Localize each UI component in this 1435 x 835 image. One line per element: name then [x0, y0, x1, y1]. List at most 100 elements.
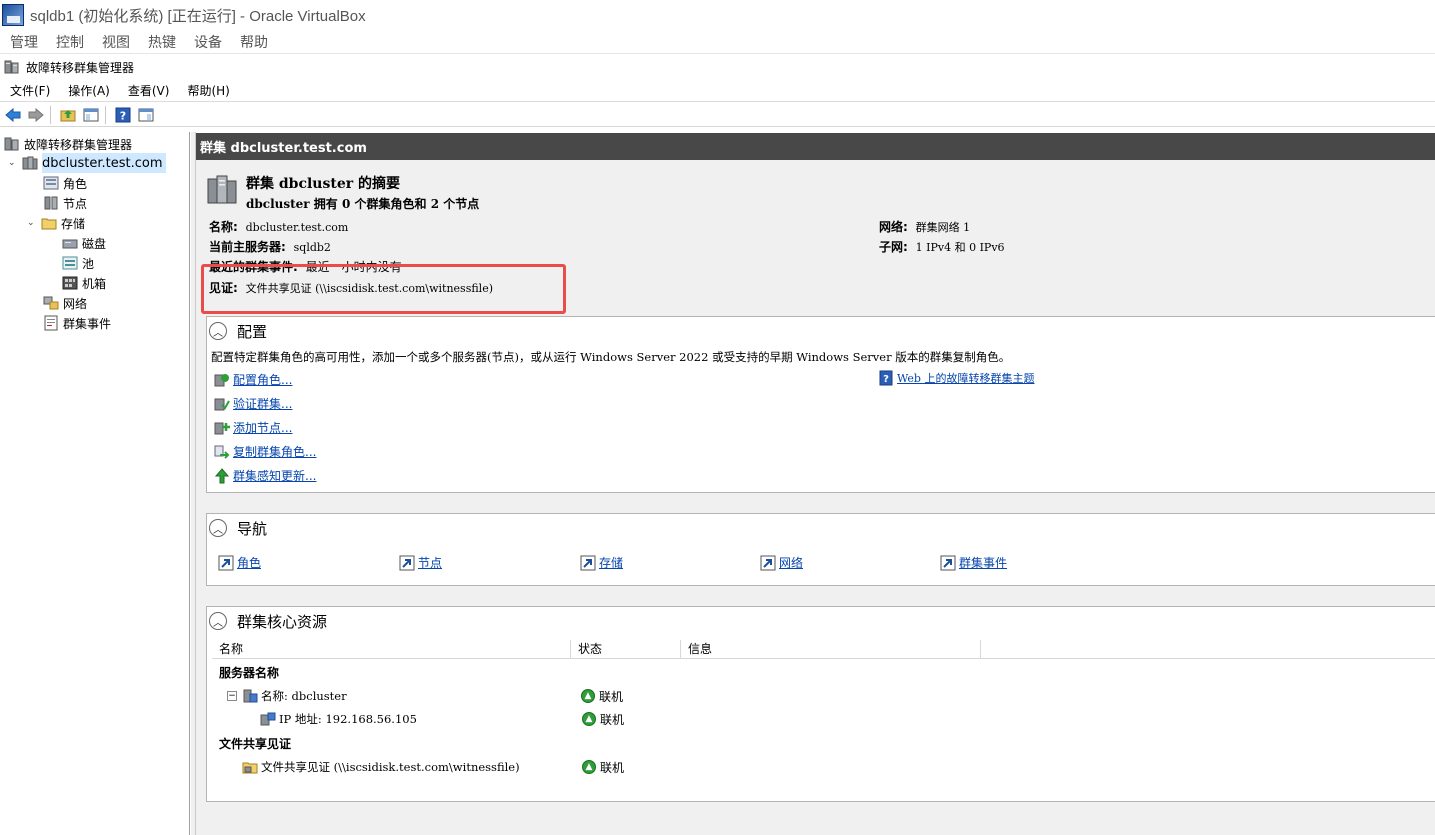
- forward-arrow-icon: [28, 107, 44, 122]
- show-hide-action-pane-button[interactable]: [136, 105, 156, 125]
- summary-heading: 群集 dbcluster 的摘要: [246, 176, 400, 192]
- column-header-name[interactable]: 名称: [212, 640, 571, 658]
- link-text: Web 上的故障转移群集主题: [897, 372, 1035, 385]
- collapse-arrow-icon[interactable]: ⌄: [8, 158, 18, 168]
- help-button[interactable]: ?: [113, 105, 133, 125]
- configure-panel: ︿ 配置 配置特定群集角色的高可用性，添加一个或多个服务器(节点)，或从运行 W…: [206, 316, 1435, 493]
- tree-item-storage[interactable]: ⌄ 存储: [27, 213, 85, 233]
- back-button[interactable]: [3, 105, 23, 125]
- tree-item-nodes[interactable]: 节点: [43, 193, 87, 213]
- pool-icon: [62, 256, 78, 270]
- collapse-minus-icon[interactable]: −: [227, 691, 237, 701]
- link-text: 配置角色...: [233, 373, 293, 387]
- virtualbox-title-bar: sqldb1 (初始化系统) [正在运行] - Oracle VirtualBo…: [0, 0, 1435, 30]
- show-hide-console-tree-button[interactable]: [81, 105, 101, 125]
- resource-row-witness[interactable]: 文件共享见证 (\\iscsidisk.test.com\witnessfile…: [242, 756, 1427, 778]
- tree-item-pools[interactable]: 池: [62, 253, 94, 273]
- shortcut-arrow-icon: [940, 555, 956, 570]
- network-value: 群集网络 1: [915, 221, 971, 234]
- menu-help[interactable]: 帮助(H): [177, 82, 237, 99]
- tree-item-disks[interactable]: 磁盘: [62, 233, 106, 253]
- menu-control[interactable]: 控制: [46, 32, 92, 52]
- online-arrow-icon: ▲: [581, 689, 595, 703]
- collapse-up-icon[interactable]: ︿: [209, 612, 227, 630]
- tree-item-roles[interactable]: 角色: [43, 173, 87, 193]
- link-text: 网络: [779, 556, 804, 570]
- folder-up-icon: [60, 109, 76, 121]
- tree-label: 角色: [63, 176, 88, 191]
- collapse-arrow-icon[interactable]: ⌄: [27, 218, 37, 228]
- core-resources-panel: ︿ 群集核心资源 名称 状态 信息 服务器名称 − 名称: dbcluster …: [206, 606, 1435, 802]
- menu-hotkeys[interactable]: 热键: [138, 32, 184, 52]
- resources-grid-header: 名称 状态 信息: [212, 640, 1435, 659]
- pane-header-title: 群集 dbcluster.test.com: [200, 141, 367, 156]
- disk-icon: [62, 239, 78, 249]
- menu-manage[interactable]: 管理: [0, 32, 46, 52]
- storage-folder-icon: [41, 218, 57, 230]
- menu-help[interactable]: 帮助: [230, 32, 276, 52]
- nav-networks-link[interactable]: 网络: [760, 554, 803, 571]
- menu-devices[interactable]: 设备: [184, 32, 230, 52]
- tree-label: 池: [82, 256, 95, 271]
- navigate-panel: ︿ 导航 角色 节点 存储 网络 群集事件: [206, 513, 1435, 586]
- network-icon: [43, 296, 59, 310]
- configure-panel-header[interactable]: ︿ 配置: [209, 319, 267, 343]
- menu-action[interactable]: 操作(A): [58, 82, 118, 99]
- menu-view[interactable]: 查看(V): [118, 82, 178, 99]
- file-share-witness-icon: [242, 762, 258, 774]
- virtualbox-vm-icon: [2, 4, 24, 26]
- web-topics-link[interactable]: ? Web 上的故障转移群集主题: [878, 370, 1034, 386]
- configure-role-link[interactable]: 配置角色...: [214, 371, 292, 388]
- tree-item-enclosures[interactable]: 机箱: [62, 273, 106, 293]
- mmc-title: 故障转移群集管理器: [26, 60, 135, 75]
- tree-label: 故障转移群集管理器: [24, 137, 133, 152]
- core-resources-panel-header[interactable]: ︿ 群集核心资源: [209, 609, 327, 633]
- menu-file[interactable]: 文件(F): [0, 82, 58, 99]
- group-header-server-name: 服务器名称: [219, 665, 280, 680]
- nav-events-link[interactable]: 群集事件: [940, 554, 1007, 571]
- cluster-aware-updating-link[interactable]: 群集感知更新...: [214, 467, 316, 484]
- cluster-icon: [22, 156, 38, 170]
- resource-name: IP 地址: 192.168.56.105: [279, 712, 417, 726]
- mmc-toolbar: ?: [0, 103, 1435, 127]
- panel-title: 导航: [237, 519, 268, 538]
- resource-row-server-name[interactable]: − 名称: dbcluster ▲ 联机: [227, 685, 1427, 707]
- cluster-manager-icon: [4, 137, 19, 151]
- enclosure-icon: [62, 276, 78, 290]
- collapse-up-icon[interactable]: ︿: [209, 322, 227, 340]
- nav-nodes-link[interactable]: 节点: [399, 554, 442, 571]
- tree-item-root[interactable]: 故障转移群集管理器: [4, 134, 132, 154]
- column-header-info[interactable]: 信息: [681, 640, 981, 658]
- nav-roles-link[interactable]: 角色: [218, 554, 261, 571]
- tree-label: 磁盘: [82, 236, 107, 251]
- tree-item-networks[interactable]: 网络: [43, 293, 87, 313]
- link-text: 添加节点...: [233, 421, 293, 435]
- copy-cluster-roles-link[interactable]: 复制群集角色...: [214, 443, 316, 460]
- tree-label: dbcluster.test.com: [42, 153, 166, 173]
- highlight-box: [201, 264, 566, 314]
- tree-item-cluster[interactable]: ⌄ dbcluster.test.com: [8, 153, 166, 173]
- link-text: 存储: [599, 556, 624, 570]
- collapse-up-icon[interactable]: ︿: [209, 519, 227, 537]
- link-text: 验证群集...: [233, 397, 293, 411]
- validate-cluster-link[interactable]: 验证群集...: [214, 395, 292, 412]
- forward-button[interactable]: [26, 105, 46, 125]
- help-icon: ?: [115, 107, 131, 122]
- column-header-status[interactable]: 状态: [571, 640, 681, 658]
- network-label: 网络:: [879, 220, 908, 234]
- toolbar-separator: [105, 105, 106, 124]
- configure-role-icon: [214, 373, 229, 386]
- nav-storage-link[interactable]: 存储: [580, 554, 623, 571]
- up-one-level-button[interactable]: [58, 105, 78, 125]
- panel-title: 配置: [237, 322, 268, 341]
- menu-view[interactable]: 视图: [92, 32, 138, 52]
- tree-item-events[interactable]: 群集事件: [43, 313, 111, 333]
- action-pane-icon: [138, 108, 154, 121]
- cluster-manager-icon: [4, 60, 19, 74]
- toolbar-separator: [50, 105, 51, 124]
- navigate-panel-header[interactable]: ︿ 导航: [209, 516, 267, 540]
- summary-current-host: 当前主服务器: sqldb2: [209, 238, 331, 255]
- add-node-link[interactable]: 添加节点...: [214, 419, 292, 436]
- panel-title: 群集核心资源: [237, 612, 328, 631]
- resource-row-ip[interactable]: IP 地址: 192.168.56.105 ▲ 联机: [260, 708, 1430, 730]
